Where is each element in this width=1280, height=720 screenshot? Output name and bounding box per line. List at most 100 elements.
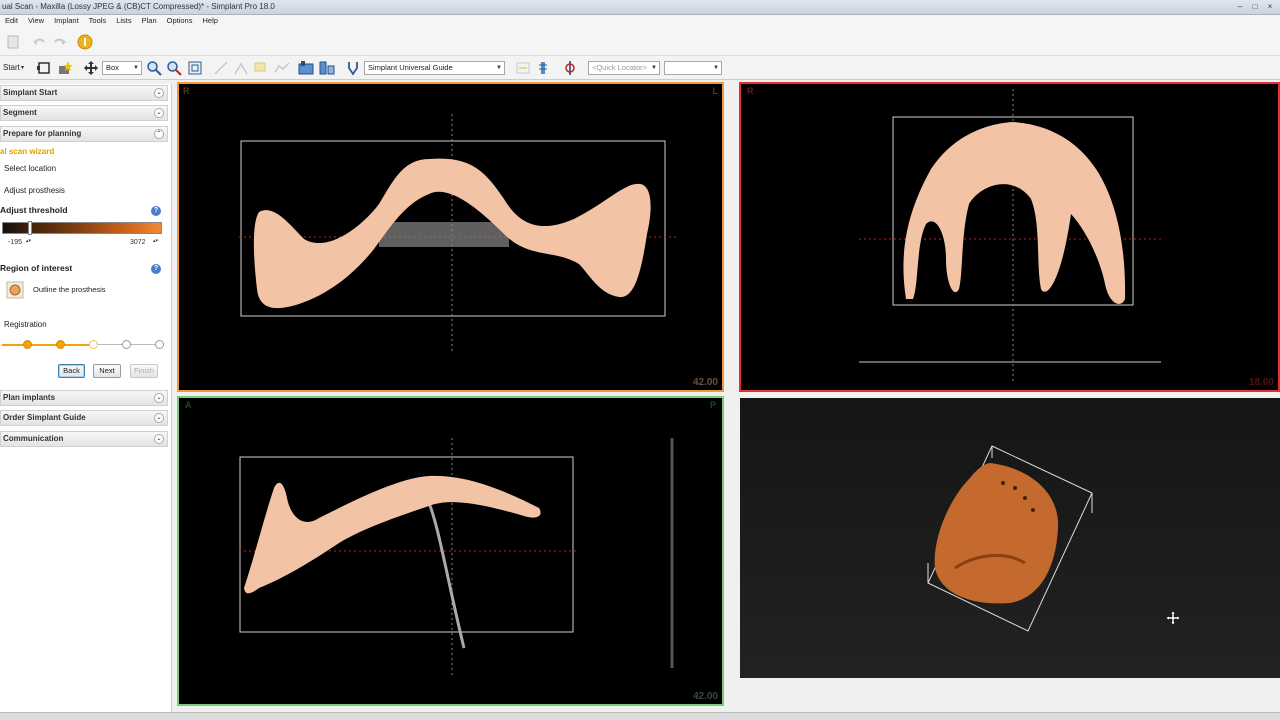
adjust-threshold-heading: Adjust threshold: [0, 205, 68, 215]
implant-list-icon[interactable]: [515, 60, 531, 76]
threshold-max-value[interactable]: 3072: [130, 239, 146, 246]
fit-view-icon[interactable]: [187, 60, 203, 76]
guide-type-select[interactable]: Simplant Universal Guide ▼: [364, 61, 505, 75]
progress-step: [56, 340, 65, 349]
crop-icon[interactable]: [36, 60, 52, 76]
maximize-button[interactable]: □: [1249, 1, 1261, 12]
selection-mode-value: Box: [106, 63, 119, 72]
zoom-icon[interactable]: [146, 60, 162, 76]
menu-tools[interactable]: Tools: [84, 15, 112, 28]
chevron-down-icon: ▼: [651, 65, 657, 71]
menu-help[interactable]: Help: [197, 15, 222, 28]
wizard-sidebar: Simplant Start ⌄ Segment ⌄ Prepare for pla…: [0, 84, 172, 714]
outline-prosthesis-label[interactable]: Outline the prosthesis: [33, 285, 106, 294]
chevron-down-icon[interactable]: ⌄: [154, 108, 164, 118]
star-tool-icon[interactable]: [57, 60, 73, 76]
chevron-down-icon[interactable]: ⌄: [154, 434, 164, 444]
density-icon[interactable]: [274, 60, 290, 76]
section-order-guide[interactable]: Order Simplant Guide ⌄: [0, 410, 168, 426]
start-chevron-icon[interactable]: ▾: [21, 60, 24, 76]
zoom-fit-icon[interactable]: [166, 60, 182, 76]
chevron-up-icon[interactable]: ⌃: [154, 129, 164, 139]
section-communication[interactable]: Communication ⌄: [0, 431, 168, 447]
zoom-level: 42.00: [692, 691, 718, 702]
help-icon[interactable]: ?: [151, 264, 161, 274]
chevron-down-icon: ▼: [496, 65, 502, 71]
menu-view[interactable]: View: [23, 15, 49, 28]
menu-options[interactable]: Options: [162, 15, 198, 28]
threshold-min-value[interactable]: -195: [8, 239, 22, 246]
window-title: ual Scan - Maxilla (Lossy JPEG & (CB)CT …: [2, 2, 275, 11]
quick-locator-value: <Quick Locator>: [592, 63, 648, 72]
step-select-location[interactable]: Select location: [4, 164, 56, 173]
section-segment[interactable]: Segment ⌄: [0, 105, 168, 121]
help-icon[interactable]: ?: [151, 206, 161, 216]
section-label: Plan implants: [3, 393, 56, 402]
occlusal-view[interactable]: R 18.00: [739, 82, 1280, 392]
info-icon[interactable]: [77, 34, 93, 50]
chevron-down-icon[interactable]: ⌄: [154, 88, 164, 98]
section-label: Communication: [3, 434, 64, 443]
threshold-slider[interactable]: [2, 222, 162, 234]
section-label: Prepare for planning: [3, 129, 82, 138]
step-adjust-prosthesis[interactable]: Adjust prosthesis: [4, 186, 65, 195]
section-label: Order Simplant Guide: [3, 413, 86, 422]
threshold-min-handle[interactable]: [28, 221, 32, 235]
menu-lists[interactable]: Lists: [111, 15, 136, 28]
angle-icon[interactable]: [233, 60, 249, 76]
wizard-title: al scan wizard: [0, 147, 55, 156]
chevron-down-icon: ▼: [133, 65, 139, 71]
start-menu-button[interactable]: Start: [3, 60, 20, 76]
section-simplant-start[interactable]: Simplant Start ⌄: [0, 85, 168, 101]
region-of-interest-heading: Region of interest: [0, 263, 73, 273]
finish-button[interactable]: Finish: [130, 364, 158, 378]
close-button[interactable]: ×: [1264, 1, 1276, 12]
nerve-icon[interactable]: [562, 60, 578, 76]
redo-icon[interactable]: [52, 34, 68, 50]
annotation-icon[interactable]: [253, 60, 269, 76]
progress-step: [155, 340, 164, 349]
split-view-icon[interactable]: [319, 60, 335, 76]
chevron-down-icon[interactable]: ⌄: [154, 413, 164, 423]
3d-view[interactable]: [740, 398, 1280, 678]
move-icon[interactable]: [83, 60, 99, 76]
progress-step: [122, 340, 131, 349]
menu-implant[interactable]: Implant: [49, 15, 84, 28]
zoom-level: 18.00: [1248, 377, 1274, 388]
back-button[interactable]: Back: [58, 364, 85, 378]
sagittal-view[interactable]: A P 42.00: [177, 396, 724, 706]
outline-tool-icon[interactable]: [6, 281, 24, 299]
minimize-button[interactable]: –: [1234, 1, 1246, 12]
sagittal-scan-image: [239, 438, 674, 678]
axial-scan-image: [239, 114, 679, 354]
undo-icon[interactable]: [31, 34, 47, 50]
chevron-down-icon[interactable]: ⌄: [154, 393, 164, 403]
scan-artifact-curve: [427, 502, 466, 649]
quick-locator-select[interactable]: <Quick Locator> ▼: [588, 61, 660, 75]
menu-plan[interactable]: Plan: [137, 15, 162, 28]
occlusal-scan-image: [859, 89, 1161, 384]
menu-edit[interactable]: Edit: [0, 15, 23, 28]
secondary-select[interactable]: ▼: [664, 61, 722, 75]
title-bar: ual Scan - Maxilla (Lossy JPEG & (CB)CT …: [0, 0, 1280, 15]
main-toolbar: [0, 28, 1280, 56]
axial-view[interactable]: R L 42.00: [177, 82, 724, 392]
implant-icon[interactable]: [535, 60, 551, 76]
guide-icon[interactable]: [345, 60, 361, 76]
guide-type-value: Simplant Universal Guide: [368, 63, 453, 72]
selection-mode-select[interactable]: Box ▼: [102, 61, 142, 75]
menu-bar: Edit View Implant Tools Lists Plan Optio…: [0, 15, 1280, 28]
layout-icon[interactable]: [298, 60, 314, 76]
zoom-level: 42.00: [692, 377, 718, 388]
spin-icon[interactable]: ▴▾: [26, 238, 31, 244]
section-plan-implants[interactable]: Plan implants ⌄: [0, 390, 168, 406]
section-prepare-for-planning[interactable]: Prepare for planning ⌃: [0, 126, 168, 142]
view-splitter[interactable]: [725, 82, 737, 712]
next-button[interactable]: Next: [93, 364, 121, 378]
print-icon[interactable]: [5, 34, 21, 50]
chevron-down-icon: ▼: [713, 65, 719, 71]
section-label: Segment: [3, 108, 37, 117]
status-bar: [0, 712, 1280, 720]
spin-icon[interactable]: ▴▾: [153, 238, 158, 244]
measure-icon[interactable]: [213, 60, 229, 76]
